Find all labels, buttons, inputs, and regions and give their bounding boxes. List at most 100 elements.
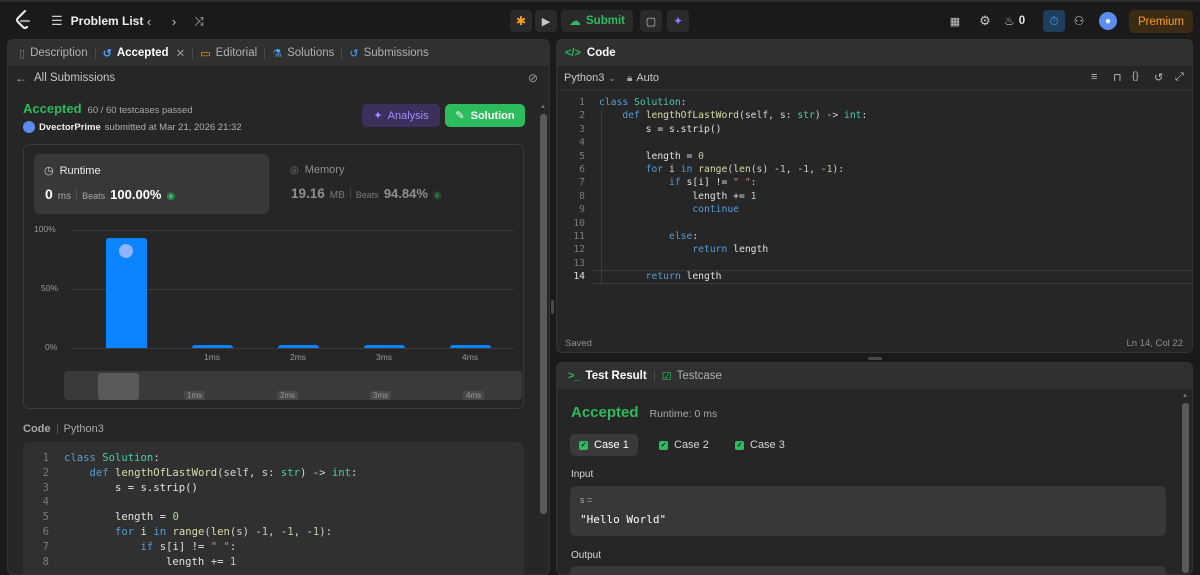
- notes-button[interactable]: ▢: [640, 10, 662, 32]
- chart-bar[interactable]: [450, 345, 491, 348]
- user-avatar-icon[interactable]: [23, 121, 35, 133]
- editor-toolbar: Python3 ⌄ 🔒︎ Auto ≡ ⊓ {} ↺ ⤢: [557, 67, 1192, 91]
- chart-bar[interactable]: [278, 345, 319, 348]
- chart-bar[interactable]: [192, 345, 233, 348]
- divider: [76, 189, 78, 199]
- code-line: 7 if s[i] != " ":: [23, 540, 524, 555]
- autocomplete-toggle[interactable]: 🔒︎ Auto: [627, 72, 659, 84]
- runtime-card[interactable]: ◷ Runtime 0 ms Beats 100.00% ◉: [34, 154, 269, 214]
- share-link-button[interactable]: ⊘: [528, 71, 538, 85]
- code-text: s = s.strip(): [599, 123, 722, 135]
- prev-problem-button[interactable]: ‹: [138, 10, 160, 32]
- debug-button[interactable]: ✱: [510, 10, 532, 32]
- case-label: Case 2: [674, 439, 709, 451]
- ai-assist-button[interactable]: ✦: [667, 10, 689, 32]
- username[interactable]: DvectorPrime: [39, 122, 101, 133]
- tab-label: Test Result: [585, 370, 647, 382]
- chart-bar[interactable]: [364, 345, 405, 348]
- scroll-thumb[interactable]: [1182, 403, 1189, 573]
- case-label: Case 3: [750, 439, 785, 451]
- random-problem-button[interactable]: ⤨: [188, 10, 210, 32]
- tab-solutions[interactable]: ⚗ Solutions: [265, 40, 341, 66]
- analysis-button[interactable]: ✦ Analysis: [362, 104, 440, 127]
- format-icon[interactable]: ≡: [1091, 71, 1097, 83]
- tab-accepted[interactable]: ↺ Accepted ✕: [96, 40, 193, 66]
- tab-test-result[interactable]: >_ Test Result: [561, 363, 654, 389]
- all-submissions-link[interactable]: ← All Submissions: [15, 71, 115, 85]
- code-text: continue: [692, 204, 739, 216]
- solution-button[interactable]: ✎ Solution: [445, 104, 525, 127]
- language-select[interactable]: Python3 ⌄: [564, 72, 616, 84]
- premium-label: Premium: [1137, 15, 1184, 28]
- reset-icon[interactable]: ↺: [1154, 71, 1163, 84]
- code-line: 1 class Solution:: [557, 96, 1192, 109]
- premium-button[interactable]: Premium: [1129, 10, 1193, 33]
- problem-list-link[interactable]: ☰ Problem List: [51, 11, 143, 31]
- chevron-right-icon: ›: [171, 13, 177, 29]
- check-icon: ✓: [579, 440, 588, 450]
- submitted-code-block[interactable]: 1 class Solution: 2 def lengthOfLastWord(s…: [23, 442, 524, 574]
- output-box[interactable]: [570, 566, 1166, 575]
- mini-tick-label: 4ms: [463, 391, 485, 400]
- next-problem-button[interactable]: ›: [163, 10, 185, 32]
- result-scrollbar[interactable]: ▲: [1182, 393, 1189, 573]
- code-section-label: Code: [23, 423, 51, 435]
- line-number: 4: [42, 496, 49, 509]
- scroll-up-icon[interactable]: ▲: [1182, 393, 1189, 399]
- beats-badge-icon: ◉: [432, 190, 442, 201]
- streak-counter[interactable]: ♨ 0: [1004, 10, 1025, 32]
- case-3-button[interactable]: ✓ Case 3: [726, 434, 794, 456]
- case-2-button[interactable]: ✓ Case 2: [650, 434, 718, 456]
- line-number: 2: [579, 110, 585, 122]
- sparkle-icon: ✦: [672, 14, 684, 28]
- chart-bar[interactable]: [106, 238, 147, 348]
- code-text: if s[i] != " ":: [669, 177, 757, 189]
- code-line: 12 return length: [557, 243, 1192, 256]
- memory-label: Memory: [304, 164, 345, 176]
- line-number: 5: [42, 511, 49, 524]
- mini-tick-label: 1ms: [184, 391, 206, 400]
- code-line: 4: [557, 136, 1192, 149]
- tab-description[interactable]: ▯ Description: [12, 40, 95, 66]
- sparkle-icon: ✦: [373, 110, 383, 122]
- settings-button[interactable]: ⚙: [974, 10, 996, 32]
- close-icon[interactable]: ✕: [176, 46, 186, 60]
- scroll-up-icon[interactable]: ▲: [540, 104, 546, 110]
- range-handle[interactable]: [98, 373, 139, 400]
- range-selector[interactable]: 1ms 2ms 3ms 4ms: [64, 371, 522, 400]
- list-icon: ☰: [51, 13, 63, 28]
- submit-button[interactable]: ☁ Submit: [561, 10, 633, 32]
- runtime-label: Runtime: [59, 164, 101, 177]
- saved-status: Saved: [565, 338, 592, 349]
- tab-testcase[interactable]: ☑ Testcase: [655, 363, 729, 389]
- memory-card[interactable]: ◎ Memory 19.16 MB Beats 94.84% ◉: [280, 154, 515, 214]
- add-user-icon: ⚇: [1073, 14, 1085, 28]
- code-line: 13: [557, 257, 1192, 270]
- scroll-thumb[interactable]: [540, 114, 547, 514]
- code-line: 14 return length: [557, 270, 1192, 283]
- code-text: else:: [669, 231, 699, 242]
- memory-beats-label: Beats: [355, 190, 379, 200]
- runtime-values: 0 ms Beats 100.00% ◉: [45, 186, 175, 202]
- vertical-splitter[interactable]: [551, 300, 554, 314]
- expand-icon[interactable]: ⤢: [1175, 71, 1184, 84]
- leetcode-logo[interactable]: [14, 10, 34, 30]
- description-icon: ▯: [19, 47, 26, 60]
- editor-code-area[interactable]: 1 class Solution: 2 def lengthOfLastWord(s…: [557, 96, 1192, 316]
- accepted-status: Accepted: [23, 101, 82, 116]
- layout-button[interactable]: ▦: [944, 10, 966, 32]
- run-button[interactable]: ▶: [535, 10, 557, 32]
- input-box[interactable]: s = "Hello World": [570, 486, 1166, 536]
- tab-editorial[interactable]: ▭ Editorial: [193, 40, 264, 66]
- output-label: Output: [571, 550, 602, 561]
- add-friend-button[interactable]: ⚇: [1068, 10, 1090, 32]
- tab-submissions[interactable]: ↺ Submissions: [342, 40, 435, 66]
- timer-button[interactable]: ⏱: [1043, 10, 1065, 32]
- left-scrollbar[interactable]: ▲: [540, 104, 547, 574]
- case-1-button[interactable]: ✓ Case 1: [570, 434, 638, 456]
- horizontal-splitter[interactable]: [868, 357, 882, 360]
- avatar[interactable]: ●: [1099, 12, 1117, 30]
- line-number: 7: [579, 177, 585, 189]
- bookmark-icon[interactable]: ⊓: [1113, 71, 1122, 84]
- braces-icon[interactable]: {}: [1132, 71, 1139, 82]
